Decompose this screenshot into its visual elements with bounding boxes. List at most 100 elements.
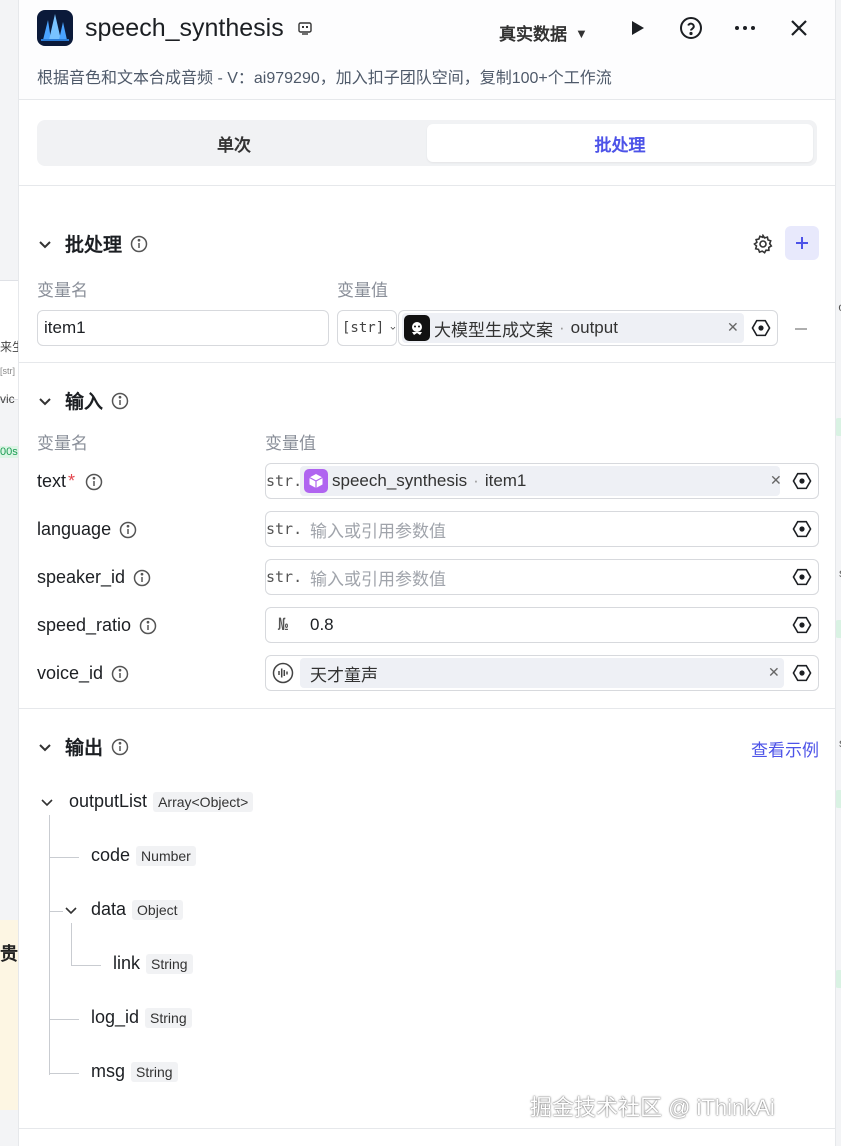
chevron-down-icon	[39, 743, 51, 751]
voice-name: 天才童声	[310, 665, 378, 685]
canvas-fragment: 00s	[0, 446, 18, 458]
view-example-link[interactable]: 查看示例	[751, 736, 819, 761]
input-row-label-speaker-id: speaker_id	[37, 567, 151, 588]
reference-node-name: 大模型生成文案	[434, 320, 553, 340]
canvas-fragment: vic	[0, 392, 15, 406]
variable-reference-icon[interactable]	[792, 663, 812, 683]
more-button[interactable]	[731, 14, 759, 42]
variable-reference-icon[interactable]	[751, 318, 771, 338]
chevron-down-icon	[39, 240, 51, 248]
canvas-fragment: [str] ·	[0, 366, 20, 376]
batch-variable-value-input[interactable]: 大模型生成文案 · output ✕	[398, 310, 778, 346]
info-icon[interactable]	[139, 617, 157, 635]
output-name: code	[91, 845, 131, 865]
canvas-fragment: 贵(	[0, 944, 20, 964]
section-title: 输出	[65, 738, 104, 759]
chevron-down-icon[interactable]	[39, 794, 55, 810]
caret-down-icon: ▼	[575, 26, 588, 41]
close-button[interactable]	[785, 14, 813, 42]
info-icon[interactable]	[85, 473, 103, 491]
voice-id-value-input[interactable]: 天才童声 ✕	[265, 655, 819, 691]
data-mode-select[interactable]: 真实数据 ▼	[499, 20, 588, 45]
chevron-down-icon	[39, 397, 51, 405]
reference-chip[interactable]: speech_synthesis · item1	[300, 466, 780, 496]
watermark: 掘金技术社区 @ iThinkAi	[530, 1095, 775, 1120]
variable-reference-icon[interactable]	[792, 615, 812, 635]
param-name: language	[37, 519, 112, 539]
column-label-name: 变量名	[37, 434, 88, 453]
output-section: 输出 查看示例 outputList Array<Object> code Nu…	[19, 709, 835, 1129]
add-batch-variable-button[interactable]	[785, 226, 819, 260]
input-section: 输入 变量名 变量值 text * str. speech_synthesis ·…	[19, 363, 835, 709]
variable-reference-icon[interactable]	[792, 567, 812, 587]
node-title[interactable]: speech_synthesis	[85, 14, 284, 43]
input-section-header[interactable]: 输入	[37, 387, 129, 414]
output-name: data	[91, 899, 127, 919]
language-value-input[interactable]: str. 输入或引用参数值	[265, 511, 819, 547]
tree-line	[49, 1019, 79, 1020]
chevron-down-icon[interactable]	[63, 902, 79, 918]
type-tag: str.	[266, 520, 303, 538]
variable-reference-icon[interactable]	[792, 471, 812, 491]
voice-wave-icon	[272, 662, 294, 684]
tab-single[interactable]: 单次	[41, 124, 427, 162]
column-label-name: 变量名	[37, 281, 88, 300]
batch-variable-name-input[interactable]: item1	[37, 310, 329, 346]
param-name: voice_id	[37, 663, 104, 683]
reference-field-name: item1	[484, 471, 527, 490]
separator: ·	[559, 318, 565, 337]
tree-line	[71, 923, 72, 965]
info-icon[interactable]	[111, 392, 129, 410]
edit-title-icon[interactable]	[297, 20, 313, 36]
input-value: 0.8	[310, 615, 334, 634]
param-name: speed_ratio	[37, 615, 132, 635]
output-name: link	[113, 953, 141, 973]
output-node-code: code Number	[91, 845, 196, 866]
node-config-panel: speech_synthesis 真实数据 ▼ 根据音色和文本合成音频 - V：…	[18, 0, 836, 1146]
variable-reference-icon[interactable]	[792, 519, 812, 539]
tree-line	[49, 857, 79, 858]
input-row-label-voice-id: voice_id	[37, 663, 129, 684]
reference-node-name: speech_synthesis	[332, 471, 468, 490]
tab-batch[interactable]: 批处理	[427, 124, 813, 162]
batch-section-header[interactable]: 批处理	[37, 230, 148, 257]
info-icon[interactable]	[111, 738, 129, 756]
info-icon[interactable]	[111, 665, 129, 683]
output-name: outputList	[69, 791, 148, 811]
chevron-down-icon	[390, 326, 396, 330]
input-row-label-language: language	[37, 519, 137, 540]
output-node-data[interactable]: data Object	[63, 899, 183, 920]
column-label-value: 变量值	[337, 281, 388, 300]
speed-ratio-value-input[interactable]: № 0.8	[265, 607, 819, 643]
output-type-badge: String	[146, 953, 193, 974]
param-name: speaker_id	[37, 567, 126, 587]
output-section-header[interactable]: 输出	[37, 733, 129, 760]
clear-reference-icon[interactable]: ✕	[727, 319, 739, 336]
batch-type-select[interactable]: [str]	[337, 310, 397, 346]
output-node-outputlist[interactable]: outputList Array<Object>	[39, 791, 254, 812]
gear-icon[interactable]	[753, 234, 773, 254]
mode-tabbar: 单次 批处理	[37, 120, 817, 166]
required-mark: *	[68, 471, 76, 491]
reference-chip[interactable]: 大模型生成文案 · output	[402, 313, 744, 343]
info-icon[interactable]	[133, 569, 151, 587]
clear-voice-icon[interactable]: ✕	[768, 664, 780, 681]
voice-chip[interactable]: 天才童声	[300, 658, 784, 688]
tree-line	[49, 815, 50, 1075]
tree-line	[71, 965, 101, 966]
column-label-value: 变量值	[265, 434, 316, 453]
clear-reference-icon[interactable]: ✕	[770, 472, 782, 489]
run-button[interactable]	[623, 14, 651, 42]
speaker-id-value-input[interactable]: str. 输入或引用参数值	[265, 559, 819, 595]
output-type-badge: Number	[136, 845, 196, 866]
output-type-badge: String	[131, 1061, 178, 1082]
help-icon	[680, 17, 702, 39]
input-row-label-text: text *	[37, 471, 103, 492]
help-button[interactable]	[677, 14, 705, 42]
info-icon[interactable]	[130, 235, 148, 253]
text-value-input[interactable]: str. speech_synthesis · item1 ✕	[265, 463, 819, 499]
output-type-badge: Array<Object>	[153, 791, 254, 812]
info-icon[interactable]	[119, 521, 137, 539]
remove-batch-variable-icon[interactable]	[793, 321, 809, 337]
llm-node-icon	[404, 315, 430, 341]
